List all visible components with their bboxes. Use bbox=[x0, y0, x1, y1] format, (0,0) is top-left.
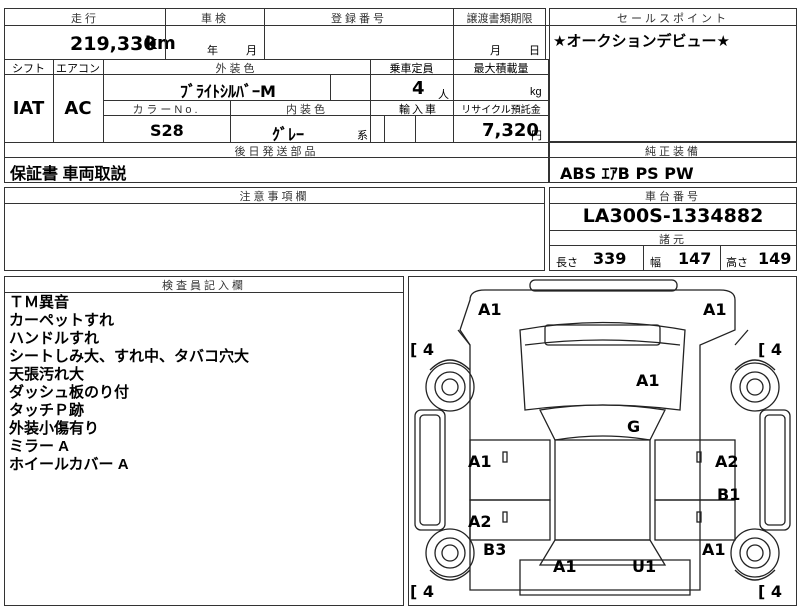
mark-rear-center: U1 bbox=[632, 557, 657, 576]
tire-label-front-right: [ 4 bbox=[758, 340, 783, 359]
tire-label-front-left: [ 4 bbox=[410, 340, 435, 359]
mark-front-left: A1 bbox=[478, 300, 502, 319]
mark-right-fender: A2 bbox=[715, 452, 739, 471]
mark-left-rear: B3 bbox=[483, 540, 507, 559]
tire-label-rear-right: [ 4 bbox=[758, 582, 783, 601]
mark-left-fender: A1 bbox=[468, 452, 492, 471]
mark-windshield: G bbox=[627, 417, 641, 436]
mark-front-right: A1 bbox=[703, 300, 727, 319]
tire-label-rear-left: [ 4 bbox=[410, 582, 435, 601]
mark-left-door: A2 bbox=[468, 512, 492, 531]
mark-hood: A1 bbox=[636, 371, 660, 390]
mark-right-front-door: B1 bbox=[717, 485, 741, 504]
mark-right-rear: A1 bbox=[702, 540, 726, 559]
mark-rear-left: A1 bbox=[553, 557, 577, 576]
car-diagram bbox=[414, 279, 791, 596]
